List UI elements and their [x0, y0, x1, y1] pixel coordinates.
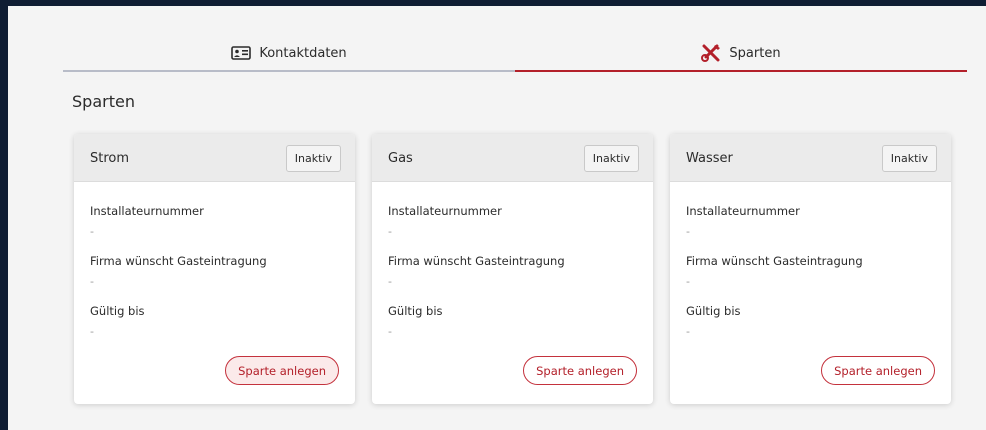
field-value-gasteintragung: -	[90, 275, 94, 288]
field-value-gasteintragung: -	[388, 275, 392, 288]
field-value-gueltig-bis: -	[90, 325, 94, 338]
card-title: Wasser	[686, 151, 733, 166]
tools-icon	[701, 44, 721, 62]
card-strom: Strom Inaktiv Installateurnummer - Firma…	[74, 134, 355, 404]
card-header: Gas Inaktiv	[372, 134, 653, 182]
field-label-gasteintragung: Firma wünscht Gasteintragung	[90, 254, 267, 268]
field-value-gasteintragung: -	[686, 275, 690, 288]
card-header: Wasser Inaktiv	[670, 134, 951, 182]
field-label-installateurnummer: Installateurnummer	[388, 204, 502, 218]
field-label-installateurnummer: Installateurnummer	[686, 204, 800, 218]
status-button[interactable]: Inaktiv	[583, 145, 639, 172]
tab-sparten-label: Sparten	[729, 45, 781, 61]
card-gas: Gas Inaktiv Installateurnummer - Firma w…	[372, 134, 653, 404]
status-button[interactable]: Inaktiv	[881, 145, 937, 172]
field-label-gasteintragung: Firma wünscht Gasteintragung	[388, 254, 565, 268]
sparte-anlegen-button[interactable]: Sparte anlegen	[225, 356, 339, 385]
tab-sparten[interactable]: Sparten	[515, 36, 967, 72]
field-label-gueltig-bis: Gültig bis	[90, 304, 145, 318]
field-label-gueltig-bis: Gültig bis	[388, 304, 443, 318]
card-title: Strom	[90, 151, 130, 166]
field-label-installateurnummer: Installateurnummer	[90, 204, 204, 218]
card-title: Gas	[388, 151, 413, 166]
page-title: Sparten	[72, 92, 135, 111]
card-header: Strom Inaktiv	[74, 134, 355, 182]
tab-kontaktdaten[interactable]: Kontaktdaten	[63, 36, 515, 72]
field-label-gasteintragung: Firma wünscht Gasteintragung	[686, 254, 863, 268]
sparte-anlegen-button[interactable]: Sparte anlegen	[821, 356, 935, 385]
sparte-anlegen-button[interactable]: Sparte anlegen	[523, 356, 637, 385]
field-value-gueltig-bis: -	[686, 325, 690, 338]
field-value-installateurnummer: -	[686, 225, 690, 238]
field-value-installateurnummer: -	[388, 225, 392, 238]
app-frame: Kontaktdaten Sparten Sparten Strom Inakt…	[8, 6, 986, 430]
status-button[interactable]: Inaktiv	[285, 145, 341, 172]
field-value-gueltig-bis: -	[388, 325, 392, 338]
tab-bar: Kontaktdaten Sparten	[63, 36, 967, 72]
field-value-installateurnummer: -	[90, 225, 94, 238]
card-wasser: Wasser Inaktiv Installateurnummer - Firm…	[670, 134, 951, 404]
field-label-gueltig-bis: Gültig bis	[686, 304, 741, 318]
tab-kontaktdaten-label: Kontaktdaten	[259, 45, 347, 61]
contact-card-icon	[231, 46, 252, 60]
